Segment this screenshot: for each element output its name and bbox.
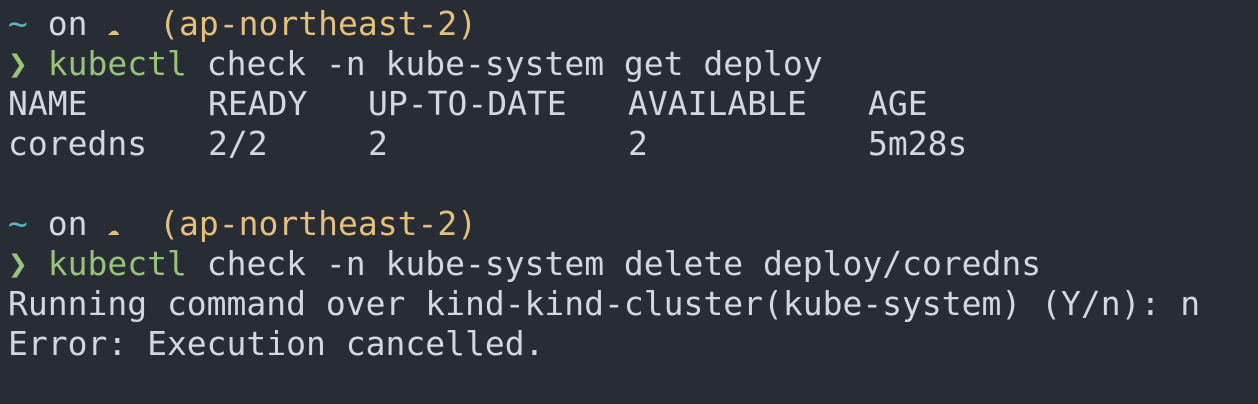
command-args: check -n kube-system get deploy [206, 44, 823, 83]
prompt-line: ~ on ☁ (ap-northeast-2) [8, 4, 1258, 44]
aws-region: (ap-northeast-2) [159, 204, 478, 243]
chevron-prompt-icon: ❯ [8, 244, 28, 283]
table-header: AVAILABLE [628, 84, 807, 123]
chevron-prompt-icon: ❯ [8, 44, 28, 83]
table-header: AGE [868, 84, 928, 123]
aws-region: (ap-northeast-2) [159, 4, 478, 43]
table-header: READY [208, 84, 308, 123]
table-cell: 5m28s [868, 124, 968, 163]
home-dir-indicator: ~ [8, 204, 28, 243]
prompt-line: ~ on ☁ (ap-northeast-2) [8, 204, 1258, 244]
command-name: kubectl [47, 44, 187, 83]
table-header: UP-TO-DATE [368, 84, 567, 123]
error-output: Error: Execution cancelled. [8, 324, 545, 363]
prompt-on-text: on [47, 204, 88, 243]
table-cell: 2/2 [208, 124, 268, 163]
terminal-window[interactable]: ~ on ☁ (ap-northeast-2) ❯ kubectl check … [0, 0, 1258, 404]
command-name: kubectl [47, 244, 187, 283]
prompt-on-text: on [47, 4, 88, 43]
command-line: ❯ kubectl check -n kube-system get deplo… [8, 44, 1258, 84]
confirm-prompt-output: Running command over kind-kind-cluster(k… [8, 284, 1201, 323]
table-cell: coredns [8, 124, 148, 163]
table-header: NAME [8, 84, 88, 123]
cloud-icon: ☁ [107, 16, 120, 40]
table-header-row: NAME READY UP-TO-DATE AVAILABLE AGE [8, 84, 1258, 124]
command-line: ❯ kubectl check -n kube-system delete de… [8, 244, 1258, 284]
home-dir-indicator: ~ [8, 4, 28, 43]
table-row: coredns 2/2 2 2 5m28s [8, 124, 1258, 164]
table-cell: 2 [368, 124, 388, 163]
cloud-icon: ☁ [107, 216, 120, 240]
command-args: check -n kube-system delete deploy/cored… [206, 244, 1042, 283]
table-cell: 2 [628, 124, 648, 163]
